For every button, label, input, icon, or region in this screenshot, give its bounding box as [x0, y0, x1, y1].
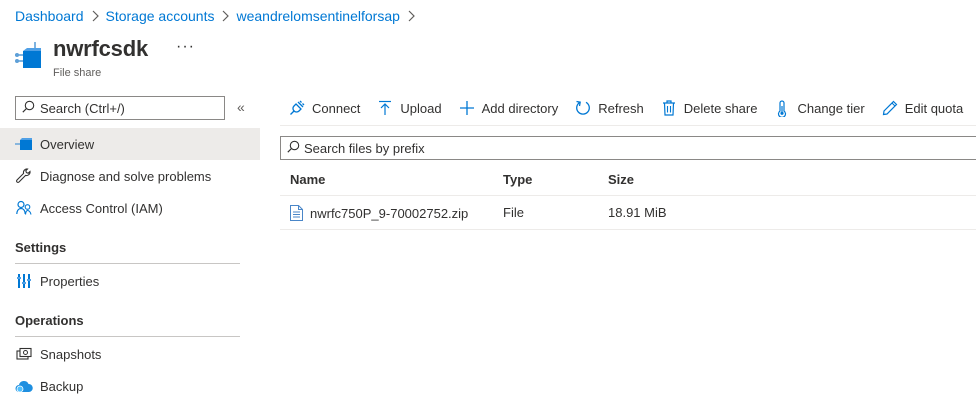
sidebar-item-label: Properties: [40, 273, 100, 289]
refresh-icon: [574, 99, 592, 117]
page-subtitle: File share: [53, 67, 102, 79]
collapse-sidebar-button[interactable]: «: [237, 99, 245, 115]
wrench-icon: [15, 167, 33, 185]
plus-icon: [458, 99, 476, 117]
chevron-right-icon: [407, 10, 415, 22]
refresh-label: Refresh: [598, 100, 644, 116]
sidebar-item-access-control[interactable]: Access Control (IAM): [0, 192, 260, 224]
properties-icon: [15, 272, 33, 290]
upload-label: Upload: [400, 100, 442, 116]
upload-button[interactable]: Upload: [376, 99, 442, 117]
edit-quota-button[interactable]: Edit quota: [881, 99, 964, 117]
column-header-name[interactable]: Name: [290, 172, 325, 187]
plug-icon: [288, 99, 306, 117]
sidebar-search-input[interactable]: Search (Ctrl+/): [15, 96, 225, 120]
sidebar-item-label: Backup: [40, 378, 84, 394]
sidebar-item-label: Overview: [40, 136, 95, 152]
file-search-placeholder: Search files by prefix: [304, 140, 425, 156]
file-name-link[interactable]: nwrfc750P_9-70002752.zip: [310, 206, 468, 221]
section-title-operations: Operations: [15, 313, 84, 328]
file-search-input[interactable]: Search files by prefix: [280, 136, 976, 160]
upload-arrow-icon: [376, 99, 394, 117]
column-header-type[interactable]: Type: [503, 172, 532, 187]
snapshots-icon: [15, 345, 33, 363]
breadcrumb-storage-accounts[interactable]: Storage accounts: [106, 8, 215, 24]
thermometer-icon: [773, 99, 791, 117]
chevron-right-icon: [221, 10, 230, 22]
section-divider: [15, 336, 240, 337]
file-document-icon: [290, 205, 303, 221]
more-options-button[interactable]: ···: [176, 38, 195, 56]
sidebar-item-label: Access Control (IAM): [40, 200, 163, 216]
sidebar-item-label: Snapshots: [40, 346, 102, 362]
section-divider: [15, 263, 240, 264]
add-directory-label: Add directory: [481, 100, 559, 116]
edit-quota-label: Edit quota: [904, 100, 964, 116]
file-share-icon: [15, 135, 33, 153]
change-tier-label: Change tier: [797, 100, 865, 116]
connect-button[interactable]: Connect: [288, 99, 360, 117]
command-bar: Connect Upload Add directory Refresh Del…: [280, 93, 976, 123]
sidebar-item-diagnose[interactable]: Diagnose and solve problems: [0, 160, 260, 192]
add-directory-button[interactable]: Add directory: [458, 99, 559, 117]
breadcrumb-storage-account[interactable]: weandrelomsentinelforsap: [236, 8, 399, 24]
search-icon: [287, 140, 300, 156]
breadcrumb-dashboard[interactable]: Dashboard: [15, 8, 84, 24]
search-icon: [22, 100, 35, 116]
sidebar-item-snapshots[interactable]: Snapshots: [0, 338, 260, 370]
table-row[interactable]: nwrfc750P_9-70002752.zip File 18.91 MiB: [280, 196, 976, 229]
column-header-size[interactable]: Size: [608, 172, 634, 187]
file-type-cell: File: [503, 205, 524, 220]
sidebar-item-backup[interactable]: Backup: [0, 370, 260, 402]
delete-share-label: Delete share: [683, 100, 758, 116]
backup-cloud-icon: [15, 377, 33, 395]
people-icon: [15, 199, 33, 217]
chevron-right-icon: [91, 10, 99, 22]
change-tier-button[interactable]: Change tier: [773, 99, 865, 117]
trash-icon: [660, 99, 678, 117]
sidebar-item-label: Diagnose and solve problems: [40, 168, 212, 184]
file-name-cell: nwrfc750P_9-70002752.zip: [290, 205, 468, 221]
breadcrumb: Dashboard Storage accounts weandrelomsen…: [15, 8, 422, 24]
sidebar-item-overview[interactable]: Overview: [0, 128, 260, 160]
toolbar-divider: [280, 125, 976, 126]
file-share-icon: [15, 42, 45, 72]
refresh-button[interactable]: Refresh: [574, 99, 644, 117]
pencil-icon: [881, 99, 899, 117]
page-title: nwrfcsdk: [53, 36, 148, 61]
connect-label: Connect: [312, 100, 361, 116]
section-title-settings: Settings: [15, 240, 67, 255]
file-size-cell: 18.91 MiB: [608, 205, 667, 220]
sidebar-search-placeholder: Search (Ctrl+/): [40, 100, 125, 116]
table-row-divider: [280, 229, 976, 230]
sidebar-item-properties[interactable]: Properties: [0, 265, 260, 297]
delete-share-button[interactable]: Delete share: [660, 99, 758, 117]
